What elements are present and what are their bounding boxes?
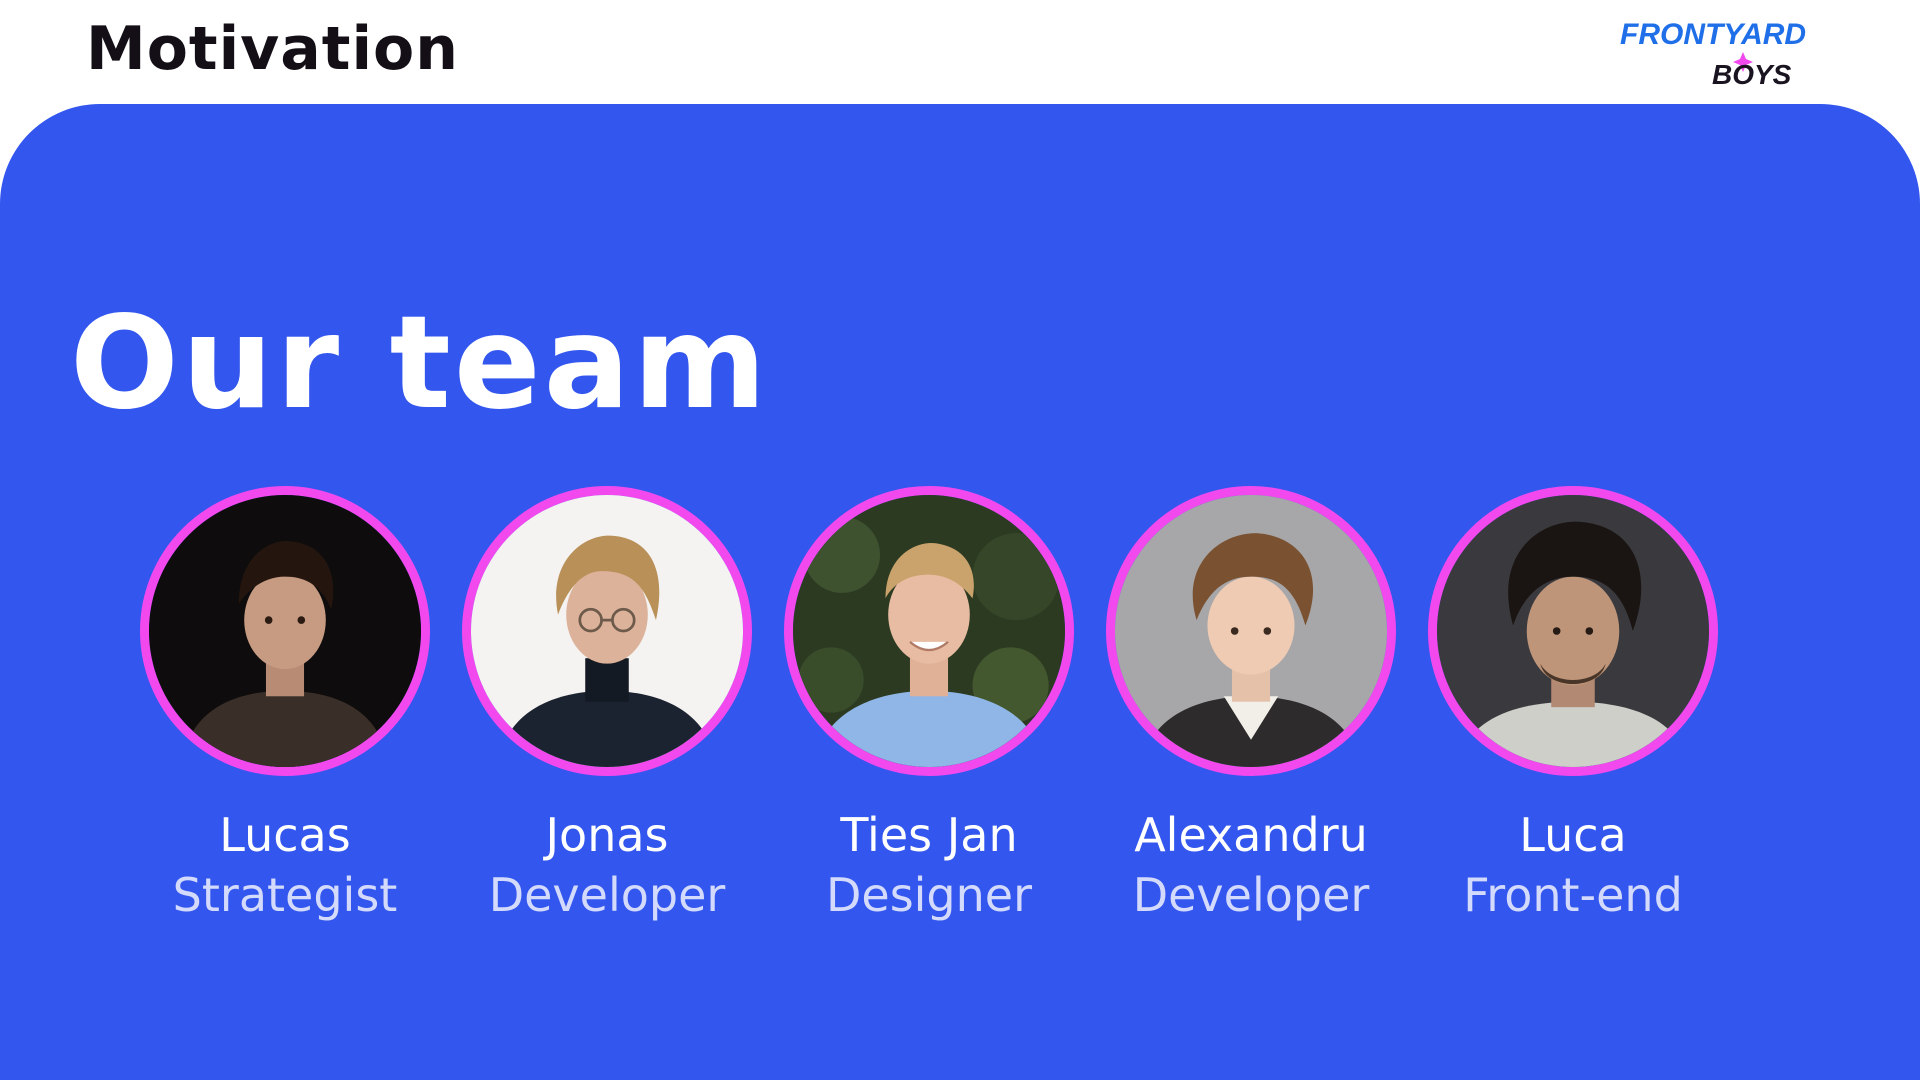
team-members: Lucas Strategist Jonas Developer Ties Ja…: [0, 486, 1920, 946]
portrait-lucas: [140, 486, 430, 776]
portrait-ties-jan: [784, 486, 1074, 776]
portrait-luca: [1428, 486, 1718, 776]
member-name: Luca: [1519, 808, 1627, 862]
portrait-jonas: [462, 486, 752, 776]
member-name: Jonas: [545, 808, 669, 862]
logo-line-1: FRONTYARD: [1620, 18, 1806, 51]
slide: Motivation FRONTYARD BOYS Our team Lucas…: [0, 0, 1920, 1080]
section-title: Motivation: [86, 14, 459, 84]
member-name: Alexandru: [1134, 808, 1368, 862]
logo-line-2: BOYS: [1712, 59, 1792, 90]
portrait-alexandru: [1106, 486, 1396, 776]
member-role: Front-end: [1463, 868, 1683, 922]
member-role: Strategist: [172, 868, 398, 922]
frontyard-boys-logo: FRONTYARD BOYS: [1612, 10, 1852, 90]
member-role: Developer: [488, 868, 726, 922]
member-name: Lucas: [219, 808, 351, 862]
member-role: Developer: [1132, 868, 1370, 922]
member-role: Designer: [825, 868, 1033, 922]
member-name: Ties Jan: [840, 808, 1018, 862]
team-heading: Our team: [70, 289, 770, 438]
